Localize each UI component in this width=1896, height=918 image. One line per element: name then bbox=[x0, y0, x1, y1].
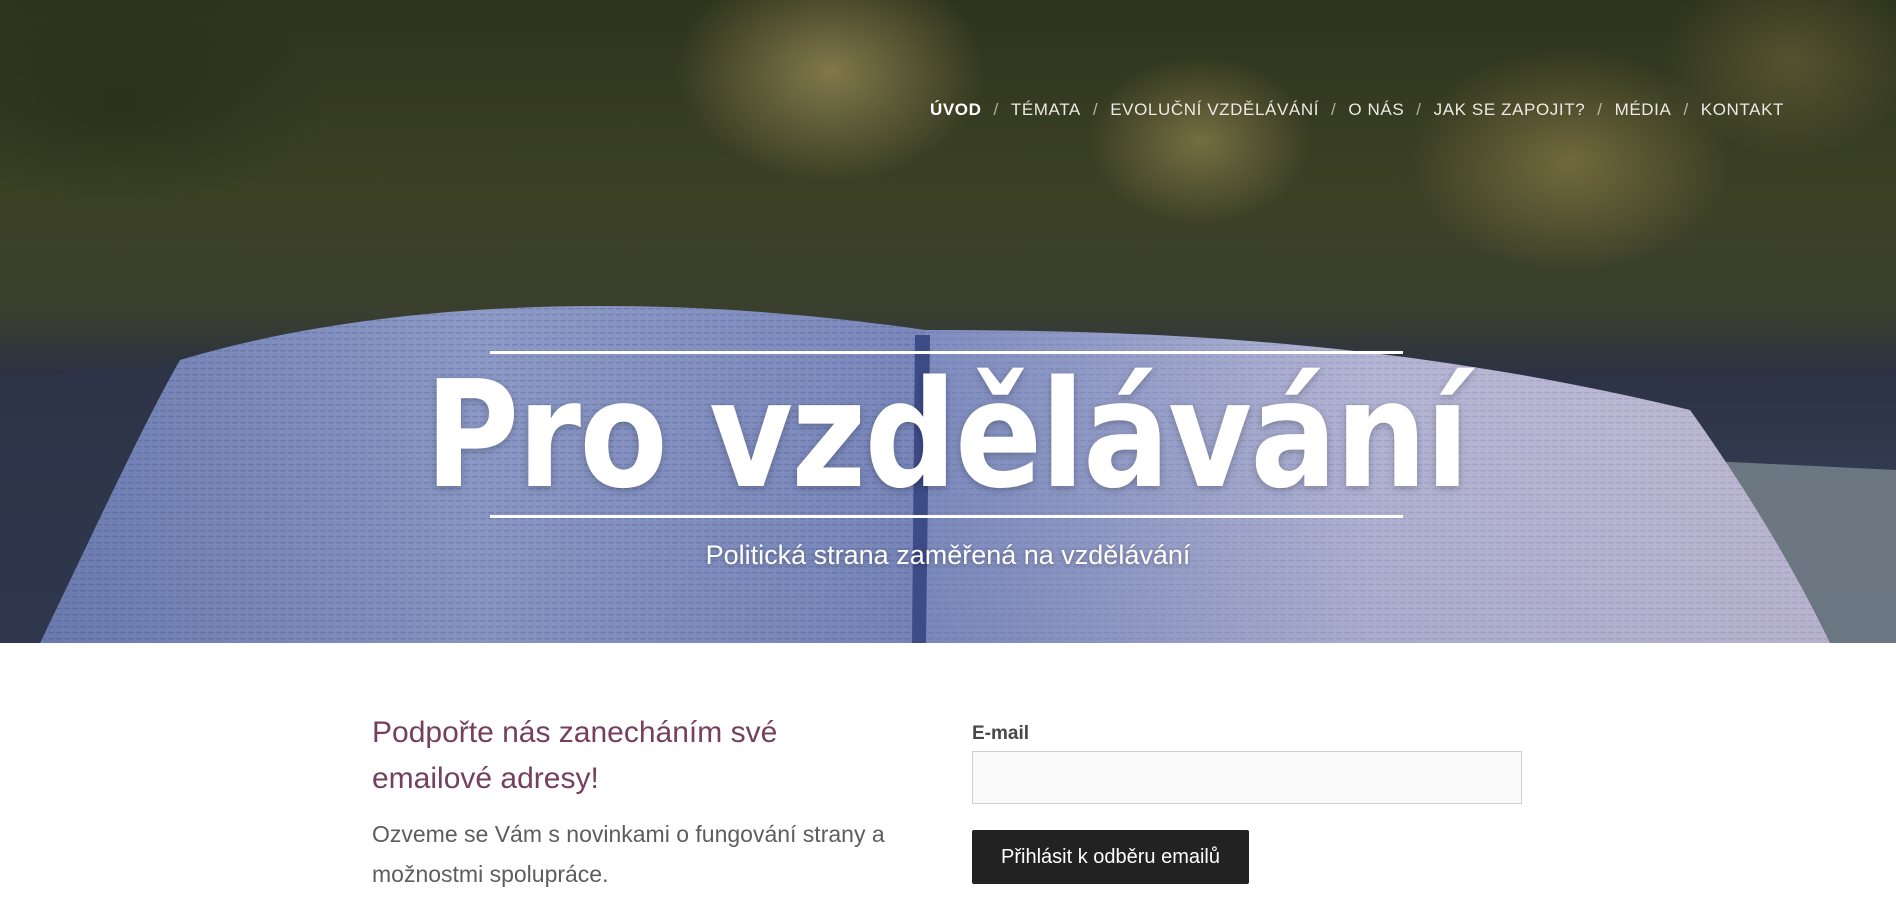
nav-item-uvod[interactable]: ÚVOD bbox=[930, 100, 982, 120]
signup-heading: Podpořte nás zanecháním své emailové adr… bbox=[372, 716, 778, 795]
nav-separator: / bbox=[1092, 100, 1099, 119]
main-nav: ÚVOD / TÉMATA / EVOLUČNÍ VZDĚLÁVÁNÍ / O … bbox=[930, 100, 1784, 120]
nav-separator: / bbox=[1683, 100, 1689, 119]
hero-title: Pro vzdělávání bbox=[425, 348, 1470, 521]
nav-separator: / bbox=[1597, 100, 1603, 119]
newsletter-signup: Podpořte nás zanecháním své emailové adr… bbox=[372, 710, 1522, 910]
email-field[interactable] bbox=[972, 751, 1522, 804]
hero-title-frame: Pro vzdělávání bbox=[425, 351, 1470, 518]
nav-separator: / bbox=[1331, 100, 1337, 119]
hero-banner: ÚVOD / TÉMATA / EVOLUČNÍ VZDĚLÁVÁNÍ / O … bbox=[0, 0, 1896, 643]
signup-description: Ozveme se Vám s novinkami o fungování st… bbox=[372, 821, 885, 887]
hero-subtitle: Politická strana zaměřená na vzdělávání bbox=[705, 540, 1191, 570]
email-label: E-mail bbox=[972, 723, 1030, 744]
nav-separator: / bbox=[993, 100, 999, 119]
subscribe-button[interactable]: Přihlásit k odběru emailů bbox=[972, 830, 1249, 884]
nav-item-kontakt[interactable]: KONTAKT bbox=[1701, 100, 1784, 120]
nav-item-media[interactable]: MÉDIA bbox=[1615, 100, 1672, 120]
nav-item-o-nas[interactable]: O NÁS bbox=[1348, 100, 1404, 120]
nav-item-jak-se-zapojit[interactable]: JAK SE ZAPOJIT? bbox=[1434, 100, 1586, 120]
nav-item-evolucni-vzdelavani[interactable]: EVOLUČNÍ VZDĚLÁVÁNÍ bbox=[1110, 100, 1319, 120]
nav-item-temata[interactable]: TÉMATA bbox=[1011, 100, 1081, 120]
page: ÚVOD / TÉMATA / EVOLUČNÍ VZDĚLÁVÁNÍ / O … bbox=[0, 0, 1896, 918]
nav-separator: / bbox=[1416, 100, 1422, 119]
